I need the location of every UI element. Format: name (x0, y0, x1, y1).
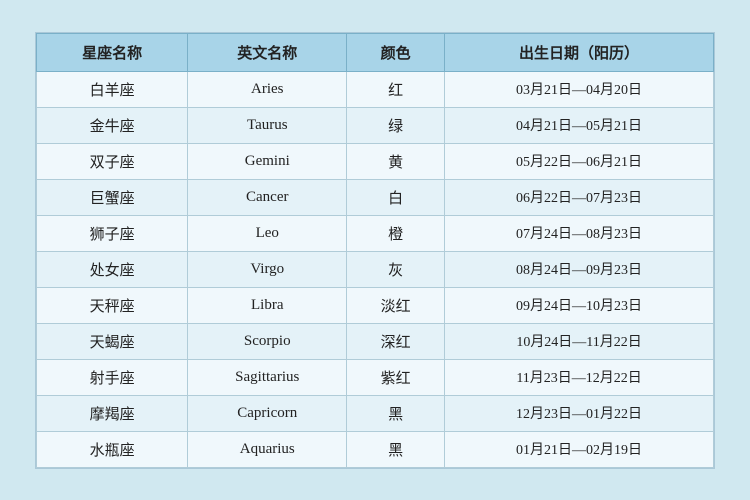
cell-color: 淡红 (347, 287, 445, 323)
cell-chinese-name: 天蝎座 (37, 323, 188, 359)
table-row: 白羊座Aries红03月21日—04月20日 (37, 71, 714, 107)
cell-date: 04月21日—05月21日 (445, 107, 714, 143)
cell-color: 灰 (347, 251, 445, 287)
table-row: 双子座Gemini黄05月22日—06月21日 (37, 143, 714, 179)
table-row: 狮子座Leo橙07月24日—08月23日 (37, 215, 714, 251)
cell-chinese-name: 双子座 (37, 143, 188, 179)
cell-english-name: Cancer (188, 179, 347, 215)
cell-date: 07月24日—08月23日 (445, 215, 714, 251)
cell-chinese-name: 处女座 (37, 251, 188, 287)
table-row: 巨蟹座Cancer白06月22日—07月23日 (37, 179, 714, 215)
cell-english-name: Aquarius (188, 431, 347, 467)
cell-color: 橙 (347, 215, 445, 251)
cell-english-name: Gemini (188, 143, 347, 179)
cell-english-name: Virgo (188, 251, 347, 287)
cell-chinese-name: 白羊座 (37, 71, 188, 107)
cell-color: 深红 (347, 323, 445, 359)
cell-color: 绿 (347, 107, 445, 143)
col-header-color: 颜色 (347, 33, 445, 71)
cell-date: 08月24日—09月23日 (445, 251, 714, 287)
cell-date: 06月22日—07月23日 (445, 179, 714, 215)
table-row: 金牛座Taurus绿04月21日—05月21日 (37, 107, 714, 143)
cell-chinese-name: 金牛座 (37, 107, 188, 143)
cell-english-name: Capricorn (188, 395, 347, 431)
zodiac-table-container: 星座名称 英文名称 颜色 出生日期（阳历） 白羊座Aries红03月21日—04… (35, 32, 715, 469)
cell-date: 11月23日—12月22日 (445, 359, 714, 395)
cell-english-name: Taurus (188, 107, 347, 143)
cell-english-name: Leo (188, 215, 347, 251)
cell-color: 白 (347, 179, 445, 215)
table-row: 摩羯座Capricorn黑12月23日—01月22日 (37, 395, 714, 431)
col-header-english: 英文名称 (188, 33, 347, 71)
cell-chinese-name: 水瓶座 (37, 431, 188, 467)
cell-chinese-name: 狮子座 (37, 215, 188, 251)
table-row: 处女座Virgo灰08月24日—09月23日 (37, 251, 714, 287)
col-header-date: 出生日期（阳历） (445, 33, 714, 71)
cell-chinese-name: 天秤座 (37, 287, 188, 323)
cell-chinese-name: 巨蟹座 (37, 179, 188, 215)
cell-color: 黑 (347, 431, 445, 467)
cell-english-name: Sagittarius (188, 359, 347, 395)
cell-color: 黄 (347, 143, 445, 179)
table-row: 水瓶座Aquarius黑01月21日—02月19日 (37, 431, 714, 467)
zodiac-table: 星座名称 英文名称 颜色 出生日期（阳历） 白羊座Aries红03月21日—04… (36, 33, 714, 468)
cell-color: 红 (347, 71, 445, 107)
cell-date: 12月23日—01月22日 (445, 395, 714, 431)
cell-english-name: Libra (188, 287, 347, 323)
table-row: 天蝎座Scorpio深红10月24日—11月22日 (37, 323, 714, 359)
cell-color: 紫红 (347, 359, 445, 395)
cell-date: 09月24日—10月23日 (445, 287, 714, 323)
cell-date: 05月22日—06月21日 (445, 143, 714, 179)
cell-english-name: Aries (188, 71, 347, 107)
table-body: 白羊座Aries红03月21日—04月20日金牛座Taurus绿04月21日—0… (37, 71, 714, 467)
cell-date: 01月21日—02月19日 (445, 431, 714, 467)
cell-date: 03月21日—04月20日 (445, 71, 714, 107)
cell-chinese-name: 射手座 (37, 359, 188, 395)
table-row: 射手座Sagittarius紫红11月23日—12月22日 (37, 359, 714, 395)
cell-english-name: Scorpio (188, 323, 347, 359)
cell-chinese-name: 摩羯座 (37, 395, 188, 431)
cell-date: 10月24日—11月22日 (445, 323, 714, 359)
col-header-chinese: 星座名称 (37, 33, 188, 71)
cell-color: 黑 (347, 395, 445, 431)
table-row: 天秤座Libra淡红09月24日—10月23日 (37, 287, 714, 323)
table-header-row: 星座名称 英文名称 颜色 出生日期（阳历） (37, 33, 714, 71)
